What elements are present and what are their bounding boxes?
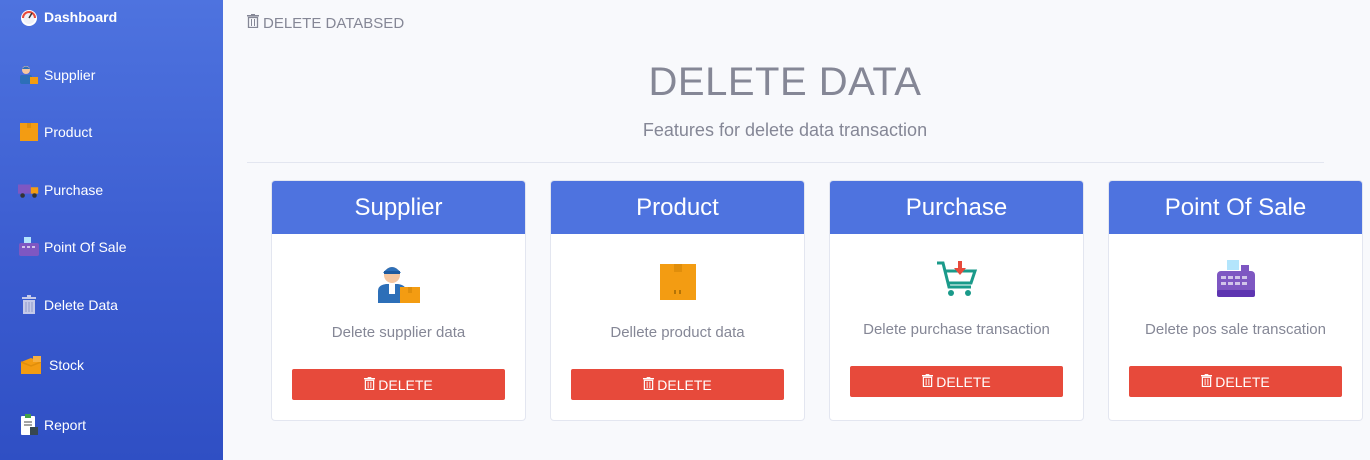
card-title: Purchase	[830, 181, 1083, 234]
sidebar-item-label: Report	[44, 417, 87, 433]
sidebar: Dashboard Supplier Product Purchase Poin…	[0, 0, 223, 460]
card-supplier: Supplier Delete supplier data DELETE	[271, 180, 526, 421]
sidebar-item-dashboard[interactable]: Dashboard	[0, 0, 223, 37]
breadcrumb-text: DELETE DATABSED	[263, 14, 405, 32]
sidebar-item-stock[interactable]: Stock	[0, 345, 223, 385]
card-description: Delete supplier data	[331, 324, 466, 341]
box-icon	[551, 263, 804, 301]
card-description: Delete pos sale transcation	[1145, 321, 1326, 338]
sidebar-item-label: Supplier	[44, 67, 96, 83]
delete-supplier-button[interactable]: DELETE	[292, 369, 505, 400]
sidebar-item-purchase[interactable]: Purchase	[0, 170, 223, 210]
main-content: DELETE DATABSED DELETE DATA Features for…	[223, 0, 1370, 460]
button-label: DELETE	[936, 373, 991, 390]
page-subtitle: Features for delete data transaction	[642, 120, 928, 140]
boxes-icon	[18, 354, 44, 376]
trash-icon	[1201, 373, 1213, 390]
sidebar-item-label: Purchase	[44, 182, 104, 198]
sidebar-item-label: Dashboard	[44, 9, 118, 25]
supplier-person-icon	[18, 64, 40, 86]
card-purchase: Purchase Delete purchase transaction DEL…	[829, 180, 1084, 421]
box-icon	[18, 121, 40, 143]
cart-icon	[830, 259, 1083, 299]
sidebar-item-label: Product	[44, 124, 93, 140]
button-label: DELETE	[657, 376, 712, 393]
breadcrumb: DELETE DATABSED	[247, 14, 404, 32]
sidebar-item-label: Point Of Sale	[44, 239, 127, 255]
card-description: Delete purchase transaction	[863, 321, 1050, 338]
card-point-of-sale: Point Of Sale Delete pos sale transcatio…	[1108, 180, 1363, 421]
trash-icon	[247, 14, 259, 32]
sidebar-item-report[interactable]: Report	[0, 405, 223, 445]
delete-pos-button[interactable]: DELETE	[1129, 366, 1342, 397]
card-description: Dellete product data	[610, 324, 745, 341]
delete-product-button[interactable]: DELETE	[571, 369, 784, 400]
trash-icon	[18, 294, 40, 316]
card-title: Point Of Sale	[1109, 181, 1362, 234]
trash-icon	[643, 376, 655, 393]
card-product: Product Dellete product data DELETE	[550, 180, 805, 421]
card-title: Supplier	[272, 181, 525, 234]
speedometer-icon	[18, 6, 40, 28]
delete-purchase-button[interactable]: DELETE	[850, 366, 1063, 397]
sidebar-item-point-of-sale[interactable]: Point Of Sale	[0, 227, 223, 267]
divider	[247, 162, 1324, 163]
sidebar-item-delete-data[interactable]: Delete Data	[0, 285, 223, 325]
cash-register-icon	[1109, 259, 1362, 299]
trash-icon	[364, 376, 376, 393]
trash-icon	[922, 373, 934, 390]
cash-register-icon	[18, 236, 40, 258]
button-label: DELETE	[378, 376, 433, 393]
sidebar-item-label: Delete Data	[44, 297, 118, 313]
sidebar-item-product[interactable]: Product	[0, 112, 223, 152]
sidebar-item-supplier[interactable]: Supplier	[0, 55, 223, 95]
supplier-person-icon	[272, 261, 525, 305]
page-title: DELETE DATA	[648, 60, 922, 104]
button-label: DELETE	[1215, 373, 1270, 390]
card-title: Product	[551, 181, 804, 234]
sidebar-item-label: Stock	[49, 357, 85, 373]
clipboard-icon	[18, 414, 40, 436]
truck-icon	[18, 179, 40, 201]
